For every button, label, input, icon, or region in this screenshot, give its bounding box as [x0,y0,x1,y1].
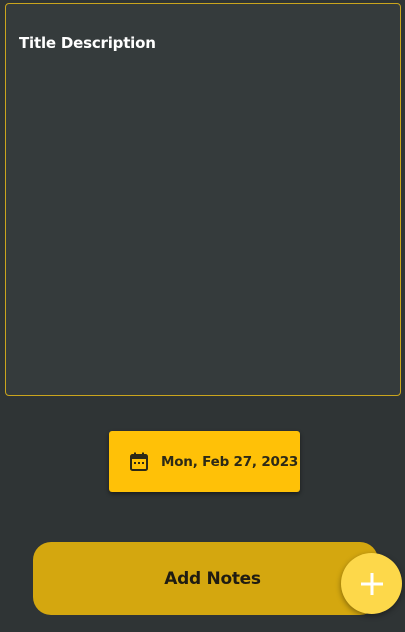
add-fab-button[interactable] [341,553,402,614]
note-text-area[interactable]: Title Description [5,3,401,396]
plus-icon [358,570,386,598]
date-picker-button[interactable]: Mon, Feb 27, 2023 [109,431,300,492]
add-notes-label: Add Notes [164,568,261,589]
add-note-screen: Title Description Mon, Feb 27, 2023 Add … [0,0,405,632]
selected-date-label: Mon, Feb 27, 2023 [161,453,299,470]
add-notes-button[interactable]: Add Notes [33,542,378,615]
calendar-icon [128,451,150,473]
note-placeholder: Title Description [19,34,156,52]
